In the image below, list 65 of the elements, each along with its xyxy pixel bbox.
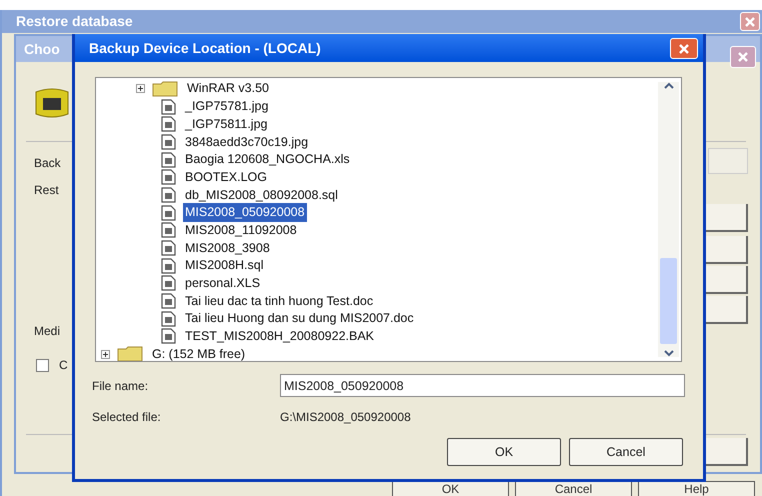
file-icon: [161, 258, 176, 274]
tree-item[interactable]: MIS2008_050920008: [183, 203, 307, 222]
field-label: Back: [34, 155, 61, 172]
tree-item[interactable]: G: (152 MB free): [150, 344, 248, 361]
tree-item[interactable]: personal.XLS: [183, 274, 262, 293]
tree-item[interactable]: WinRAR v3.50: [185, 79, 271, 98]
window-title: Choo: [24, 40, 60, 58]
tree-item[interactable]: BOOTEX.LOG: [183, 168, 269, 187]
file-icon: [161, 152, 176, 168]
dialog-button[interactable]: Cancel: [569, 438, 683, 466]
field-label: Medi: [34, 323, 60, 340]
field-label: Selected file:: [92, 409, 162, 426]
scroll-down-icon[interactable]: [662, 349, 674, 357]
file-icon: [161, 275, 176, 292]
text-field[interactable]: [708, 148, 748, 174]
tree-item[interactable]: _IGP75781.jpg: [183, 97, 270, 116]
side-button[interactable]: [706, 236, 748, 264]
database-icon: [34, 86, 70, 120]
file-name-field[interactable]: MIS2008_050920008: [280, 374, 685, 397]
tree-item[interactable]: MIS2008_3908: [183, 238, 272, 258]
tree-item[interactable]: Baogia 120608_NGOCHA.xls: [183, 150, 352, 169]
close-icon: [744, 16, 756, 28]
file-icon: [161, 310, 176, 327]
scrollbar[interactable]: [658, 82, 679, 357]
scroll-up-icon[interactable]: [662, 82, 674, 90]
folder-icon: [152, 80, 178, 97]
tree-item[interactable]: _IGP75811.jpg: [183, 114, 270, 134]
file-icon: [161, 134, 176, 150]
checkbox-label: C: [59, 357, 68, 374]
tree-item[interactable]: 3848aedd3c70c19.jpg: [183, 132, 310, 152]
tree-item[interactable]: TEST_MIS2008H_20080922.BAK: [183, 327, 376, 346]
close-button[interactable]: [670, 38, 698, 59]
field-label: File name:: [92, 378, 150, 394]
side-button[interactable]: [706, 204, 748, 232]
expand-toggle[interactable]: [101, 350, 110, 359]
file-icon: [161, 169, 176, 186]
close-icon: [678, 42, 690, 54]
checkbox[interactable]: [36, 358, 49, 372]
file-icon: [161, 240, 176, 256]
dialog-button[interactable]: Help: [638, 481, 755, 496]
dialog-button[interactable]: OK: [447, 438, 561, 466]
field-label: Rest: [34, 182, 60, 199]
selected-file-path: G:\MIS2008_050920008: [280, 409, 411, 426]
tree-item[interactable]: Tai lieu dac ta tinh huong Test.doc: [183, 292, 376, 310]
tree-item[interactable]: Tai lieu Huong dan su dung MIS2007.doc: [183, 309, 416, 328]
tree-item[interactable]: db_MIS2008_08092008.sql: [183, 186, 340, 204]
file-icon: [161, 293, 176, 310]
file-icon: [161, 222, 176, 238]
side-button[interactable]: [706, 266, 748, 294]
file-icon: [161, 98, 176, 115]
window-title: Backup Device Location - (LOCAL): [89, 38, 321, 58]
file-icon: [161, 328, 176, 344]
file-icon: [161, 186, 176, 203]
tree-item[interactable]: MIS2008H.sql: [183, 256, 266, 276]
window-title: Restore database: [16, 12, 133, 31]
file-icon: [161, 204, 176, 221]
close-icon: [737, 51, 749, 63]
dialog-button[interactable]: Cancel: [515, 481, 632, 496]
dialog-button[interactable]: OK: [392, 481, 509, 496]
folder-icon: [117, 346, 143, 361]
expand-toggle[interactable]: [136, 84, 145, 94]
file-icon: [161, 116, 176, 132]
scroll-thumb[interactable]: [660, 258, 677, 344]
side-button[interactable]: [706, 296, 748, 324]
tree-item[interactable]: MIS2008_11092008: [183, 220, 299, 240]
